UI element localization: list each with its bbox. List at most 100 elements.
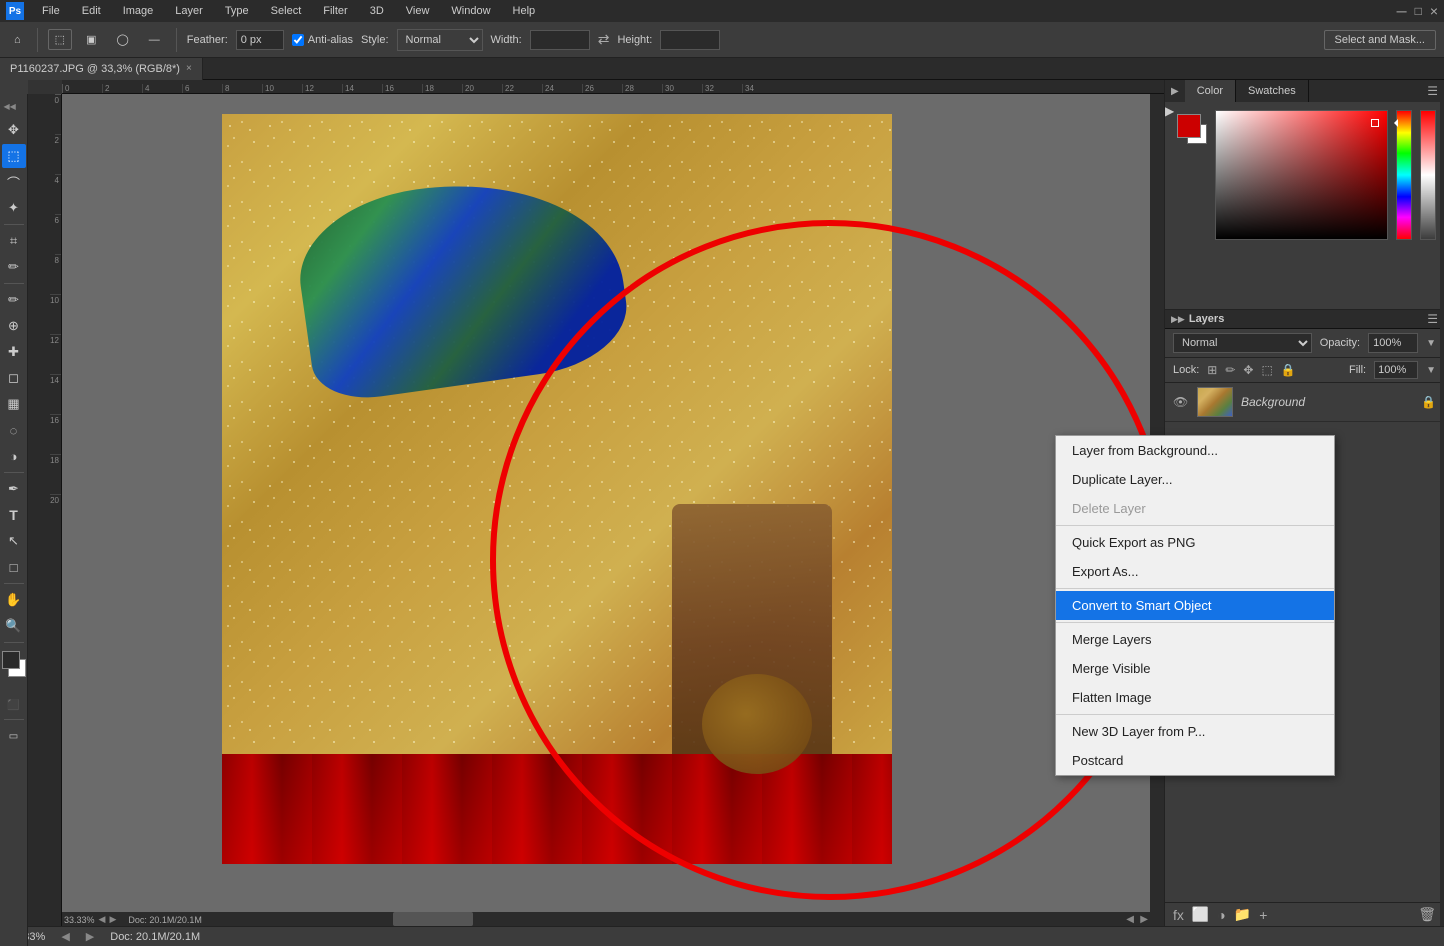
opacity-input[interactable] (1368, 333, 1418, 353)
menu-window[interactable]: Window (447, 3, 494, 19)
canvas-arrow-left[interactable]: ◀ (99, 914, 106, 925)
color-gradient-picker[interactable] (1215, 110, 1388, 240)
select-mask-button[interactable]: Select and Mask... (1324, 30, 1437, 50)
lock-move-icon[interactable]: ✥ (1243, 363, 1253, 377)
dodge-tool[interactable]: ◑ (2, 444, 26, 468)
menu-filter[interactable]: Filter (319, 3, 351, 19)
shape-tool[interactable]: □ (2, 555, 26, 579)
move-tool[interactable]: ✥ (2, 118, 26, 142)
anti-alias-checkbox[interactable] (292, 34, 304, 46)
magic-wand-tool[interactable]: ✦ (2, 196, 26, 220)
layer-visibility-icon[interactable]: 👁 (1173, 395, 1189, 409)
delete-layer-button[interactable]: 🗑 (1418, 906, 1436, 923)
path-selection-tool[interactable]: ↖ (2, 529, 26, 553)
canvas-scroll-bottom[interactable]: ▶ ◀ (62, 912, 1164, 926)
ctx-new-3d-layer[interactable]: New 3D Layer from P... (1056, 717, 1334, 746)
screen-mode-button[interactable]: ▭ (2, 724, 26, 748)
pen-tool[interactable]: ✒ (2, 477, 26, 501)
feather-input[interactable] (236, 30, 284, 50)
lock-pixels-icon[interactable]: ⊞ (1207, 363, 1217, 377)
zoom-tool[interactable]: 🔍 (2, 614, 26, 638)
ctx-delete-layer[interactable]: Delete Layer (1056, 494, 1334, 523)
add-mask-button[interactable]: ⬜ (1192, 906, 1209, 923)
color-spectrum[interactable] (1396, 110, 1412, 240)
canvas-arrow-right[interactable]: ▶ (109, 914, 116, 925)
color-tab[interactable]: Color (1185, 80, 1236, 102)
menu-select[interactable]: Select (267, 3, 306, 19)
opacity-spectrum[interactable] (1420, 110, 1436, 240)
ctx-quick-export[interactable]: Quick Export as PNG (1056, 528, 1334, 557)
document-tab[interactable]: P1160237.JPG @ 33,3% (RGB/8*) × (0, 58, 203, 80)
height-input[interactable] (660, 30, 720, 50)
tool-separator-6 (4, 719, 24, 720)
layers-collapse-icon[interactable]: ▶▶ (1171, 314, 1185, 325)
ctx-export-as[interactable]: Export As... (1056, 557, 1334, 586)
lock-artboard-icon[interactable]: ⬚ (1261, 363, 1272, 377)
scroll-left-arrow[interactable]: ◀ (1126, 914, 1134, 925)
lock-position-icon[interactable]: ✏ (1225, 363, 1235, 377)
type-tool[interactable]: T (2, 503, 26, 527)
add-fx-button[interactable]: fx (1173, 907, 1184, 923)
ctx-postcard[interactable]: Postcard (1056, 746, 1334, 775)
quick-mask-tool[interactable]: ⬛ (2, 695, 26, 715)
panel-menu-icon[interactable]: ☰ (1427, 84, 1438, 98)
menu-edit[interactable]: Edit (78, 3, 105, 19)
menu-help[interactable]: Help (509, 3, 540, 19)
marquee-tool[interactable]: ⬚ (2, 144, 26, 168)
hand-tool[interactable]: ✋ (2, 588, 26, 612)
opacity-chevron[interactable]: ▼ (1426, 338, 1436, 349)
single-row-marquee[interactable]: ― (143, 31, 166, 49)
ctx-merge-layers[interactable]: Merge Layers (1056, 625, 1334, 654)
eyedropper-tool[interactable]: ✏ (2, 255, 26, 279)
foreground-color[interactable] (2, 651, 20, 669)
ctx-convert-smart-object[interactable]: Convert to Smart Object (1056, 591, 1334, 620)
rectangular-marquee-tool[interactable]: ⬚ (48, 29, 72, 50)
blur-tool[interactable]: ◌ (2, 418, 26, 442)
ctx-flatten-image[interactable]: Flatten Image (1056, 683, 1334, 712)
ctx-layer-from-bg[interactable]: Layer from Background... (1056, 436, 1334, 465)
ctx-merge-visible[interactable]: Merge Visible (1056, 654, 1334, 683)
minimize-btn[interactable]: ─ (1397, 3, 1407, 19)
menu-3d[interactable]: 3D (366, 3, 388, 19)
scroll-right-arrow[interactable]: ▶ (1140, 914, 1148, 925)
rounded-rect-marquee[interactable]: ▣ (80, 30, 102, 49)
create-new-fill-button[interactable]: ◑ (1217, 907, 1225, 923)
lasso-tool[interactable]: ⌒ (2, 170, 26, 194)
canvas-area[interactable]: ▶ ◀ 33.33% ◀ ▶ Doc: 20.1M/20.1M (62, 94, 1164, 926)
fg-color-box[interactable] (1177, 114, 1201, 138)
crop-tool[interactable]: ⌗ (2, 229, 26, 253)
lock-all-icon[interactable]: 🔒 (1281, 363, 1296, 377)
status-arrow-right[interactable]: ▶ (86, 930, 94, 943)
menu-image[interactable]: Image (119, 3, 158, 19)
style-select[interactable]: Normal Fixed Ratio Fixed Size (397, 29, 483, 51)
close-btn[interactable]: × (1430, 3, 1438, 19)
home-button[interactable]: ⌂ (8, 31, 27, 49)
healing-brush-tool[interactable]: ✚ (2, 340, 26, 364)
brush-tool[interactable]: ✏ (2, 288, 26, 312)
fill-chevron[interactable]: ▼ (1426, 365, 1436, 376)
clone-stamp-tool[interactable]: ⊕ (2, 314, 26, 338)
gradient-tool[interactable]: ▦ (2, 392, 26, 416)
menu-type[interactable]: Type (221, 3, 253, 19)
menu-file[interactable]: File (38, 3, 64, 19)
create-group-button[interactable]: 📁 (1234, 906, 1251, 923)
tab-close-button[interactable]: × (186, 63, 192, 74)
blend-mode-select[interactable]: Normal Multiply Screen (1173, 333, 1312, 353)
width-input[interactable] (530, 30, 590, 50)
collapse-icon[interactable]: ▶ (1165, 86, 1185, 97)
tools-collapse[interactable]: ◀◀ (2, 98, 26, 114)
create-layer-button[interactable]: + (1259, 907, 1267, 923)
color-triangle[interactable]: ▶ (1165, 104, 1174, 118)
maximize-btn[interactable]: □ (1415, 4, 1422, 18)
elliptical-marquee[interactable]: ◯ (110, 30, 134, 49)
swap-icon[interactable]: ⇄ (598, 31, 610, 48)
menu-layer[interactable]: Layer (171, 3, 207, 19)
ctx-duplicate-layer[interactable]: Duplicate Layer... (1056, 465, 1334, 494)
menu-view[interactable]: View (402, 3, 434, 19)
swatches-tab[interactable]: Swatches (1236, 80, 1309, 102)
layer-row-background[interactable]: 👁 Background 🔒 (1165, 383, 1444, 422)
eraser-tool[interactable]: ◻ (2, 366, 26, 390)
layers-menu-icon[interactable]: ☰ (1427, 312, 1438, 326)
fill-input[interactable] (1374, 361, 1418, 379)
status-arrow-left[interactable]: ◀ (61, 930, 69, 943)
